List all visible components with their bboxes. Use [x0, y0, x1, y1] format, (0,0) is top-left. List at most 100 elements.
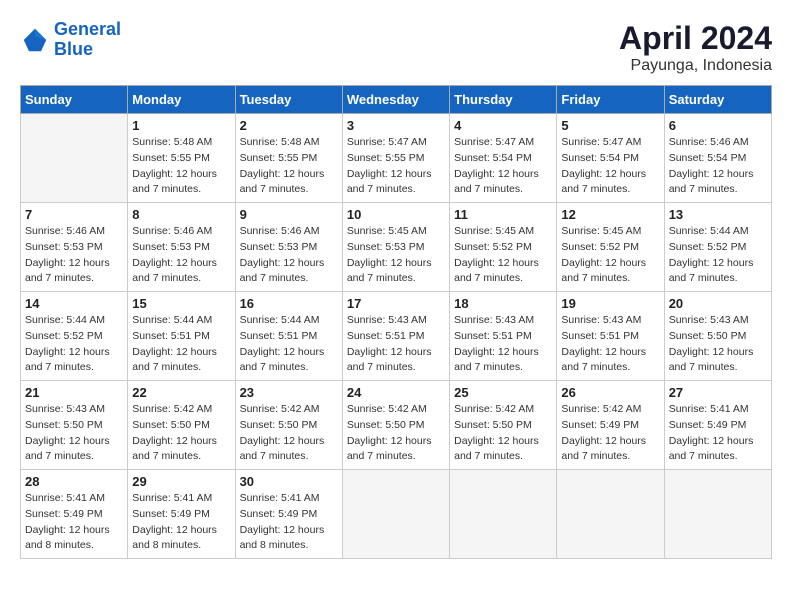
- logo-general: General: [54, 19, 121, 39]
- date-number: 27: [669, 385, 767, 400]
- calendar-cell: [342, 470, 449, 559]
- date-number: 2: [240, 118, 338, 133]
- logo-text: General Blue: [54, 20, 121, 60]
- calendar-cell: 11Sunrise: 5:45 AMSunset: 5:52 PMDayligh…: [450, 203, 557, 292]
- cell-info: Sunrise: 5:43 AMSunset: 5:51 PMDaylight:…: [454, 313, 552, 376]
- day-header-monday: Monday: [128, 86, 235, 114]
- calendar-cell: 27 Sunrise: 5:41 AMSunset: 5:49 PMDayligh…: [664, 381, 771, 470]
- date-number: 13: [669, 207, 767, 222]
- calendar-cell: 2 Sunrise: 5:48 AMSunset: 5:55 PMDaylight…: [235, 114, 342, 203]
- calendar-cell: 21 Sunrise: 5:43 AMSunset: 5:50 PMDayligh…: [21, 381, 128, 470]
- header-row: SundayMondayTuesdayWednesdayThursdayFrid…: [21, 86, 772, 114]
- calendar-cell: 28 Sunrise: 5:41 AMSunset: 5:49 PMDayligh…: [21, 470, 128, 559]
- cell-info: Sunrise: 5:43 AMSunset: 5:51 PMDaylight:…: [347, 313, 445, 376]
- calendar-cell: 18 Sunrise: 5:43 AMSunset: 5:51 PMDayligh…: [450, 292, 557, 381]
- date-number: 6: [669, 118, 767, 133]
- calendar-cell: 29 Sunrise: 5:41 AMSunset: 5:49 PMDayligh…: [128, 470, 235, 559]
- date-number: 20: [669, 296, 767, 311]
- date-number: 7: [25, 207, 123, 222]
- date-number: 28: [25, 474, 123, 489]
- cell-info: Sunrise: 5:45 AMSunset: 5:53 PMDaylight:…: [347, 224, 445, 287]
- date-number: 14: [25, 296, 123, 311]
- day-header-thursday: Thursday: [450, 86, 557, 114]
- cell-info: Sunrise: 5:41 AMSunset: 5:49 PMDaylight:…: [669, 402, 767, 465]
- calendar-cell: 13 Sunrise: 5:44 AMSunset: 5:52 PMDayligh…: [664, 203, 771, 292]
- cell-info: Sunrise: 5:42 AMSunset: 5:49 PMDaylight:…: [561, 402, 659, 465]
- logo-blue: Blue: [54, 40, 121, 60]
- week-row-1: 7 Sunrise: 5:46 AMSunset: 5:53 PMDaylight…: [21, 203, 772, 292]
- date-number: 18: [454, 296, 552, 311]
- calendar-title: April 2024: [619, 20, 772, 57]
- week-row-2: 14 Sunrise: 5:44 AMSunset: 5:52 PMDayligh…: [21, 292, 772, 381]
- cell-info: Sunrise: 5:43 AMSunset: 5:50 PMDaylight:…: [25, 402, 123, 465]
- cell-info: Sunrise: 5:45 AMSunset: 5:52 PMDaylight:…: [561, 224, 659, 287]
- day-header-sunday: Sunday: [21, 86, 128, 114]
- calendar-cell: 10 Sunrise: 5:45 AMSunset: 5:53 PMDayligh…: [342, 203, 449, 292]
- cell-info: Sunrise: 5:42 AMSunset: 5:50 PMDaylight:…: [347, 402, 445, 465]
- cell-info: Sunrise: 5:42 AMSunset: 5:50 PMDaylight:…: [132, 402, 230, 465]
- cell-info: Sunrise: 5:47 AMSunset: 5:54 PMDaylight:…: [561, 135, 659, 198]
- calendar-cell: 20 Sunrise: 5:43 AMSunset: 5:50 PMDayligh…: [664, 292, 771, 381]
- cell-info: Sunrise: 5:44 AMSunset: 5:52 PMDaylight:…: [669, 224, 767, 287]
- cell-info: Sunrise: 5:48 AMSunset: 5:55 PMDaylight:…: [240, 135, 338, 198]
- calendar-cell: [450, 470, 557, 559]
- cell-info: Sunrise: 5:43 AMSunset: 5:51 PMDaylight:…: [561, 313, 659, 376]
- day-header-tuesday: Tuesday: [235, 86, 342, 114]
- calendar-cell: 12 Sunrise: 5:45 AMSunset: 5:52 PMDayligh…: [557, 203, 664, 292]
- week-row-0: 1 Sunrise: 5:48 AMSunset: 5:55 PMDaylight…: [21, 114, 772, 203]
- logo-icon: [20, 25, 50, 55]
- cell-info: Sunrise: 5:41 AMSunset: 5:49 PMDaylight:…: [132, 491, 230, 554]
- calendar-cell: 5Sunrise: 5:47 AMSunset: 5:54 PMDaylight…: [557, 114, 664, 203]
- date-number: 16: [240, 296, 338, 311]
- calendar-cell: 26 Sunrise: 5:42 AMSunset: 5:49 PMDayligh…: [557, 381, 664, 470]
- cell-info: Sunrise: 5:46 AMSunset: 5:54 PMDaylight:…: [669, 135, 767, 198]
- calendar-table: SundayMondayTuesdayWednesdayThursdayFrid…: [20, 85, 772, 559]
- cell-info: Sunrise: 5:47 AMSunset: 5:54 PMDaylight:…: [454, 135, 552, 198]
- week-row-4: 28 Sunrise: 5:41 AMSunset: 5:49 PMDayligh…: [21, 470, 772, 559]
- calendar-cell: 4 Sunrise: 5:47 AMSunset: 5:54 PMDaylight…: [450, 114, 557, 203]
- date-number: 11: [454, 207, 552, 222]
- cell-info: Sunrise: 5:46 AMSunset: 5:53 PMDaylight:…: [240, 224, 338, 287]
- cell-info: Sunrise: 5:48 AMSunset: 5:55 PMDaylight:…: [132, 135, 230, 198]
- date-number: 29: [132, 474, 230, 489]
- date-number: 21: [25, 385, 123, 400]
- cell-info: Sunrise: 5:41 AMSunset: 5:49 PMDaylight:…: [240, 491, 338, 554]
- calendar-cell: 9Sunrise: 5:46 AMSunset: 5:53 PMDaylight…: [235, 203, 342, 292]
- date-number: 26: [561, 385, 659, 400]
- calendar-cell: 3Sunrise: 5:47 AMSunset: 5:55 PMDaylight…: [342, 114, 449, 203]
- date-number: 17: [347, 296, 445, 311]
- cell-info: Sunrise: 5:42 AMSunset: 5:50 PMDaylight:…: [240, 402, 338, 465]
- calendar-cell: 22 Sunrise: 5:42 AMSunset: 5:50 PMDayligh…: [128, 381, 235, 470]
- date-number: 4: [454, 118, 552, 133]
- calendar-cell: 16Sunrise: 5:44 AMSunset: 5:51 PMDayligh…: [235, 292, 342, 381]
- cell-info: Sunrise: 5:46 AMSunset: 5:53 PMDaylight:…: [132, 224, 230, 287]
- cell-info: Sunrise: 5:44 AMSunset: 5:52 PMDaylight:…: [25, 313, 123, 376]
- calendar-cell: [664, 470, 771, 559]
- date-number: 12: [561, 207, 659, 222]
- date-number: 22: [132, 385, 230, 400]
- calendar-cell: [21, 114, 128, 203]
- calendar-cell: 7 Sunrise: 5:46 AMSunset: 5:53 PMDaylight…: [21, 203, 128, 292]
- date-number: 10: [347, 207, 445, 222]
- date-number: 15: [132, 296, 230, 311]
- day-header-friday: Friday: [557, 86, 664, 114]
- calendar-cell: [557, 470, 664, 559]
- date-number: 1: [132, 118, 230, 133]
- calendar-cell: 8Sunrise: 5:46 AMSunset: 5:53 PMDaylight…: [128, 203, 235, 292]
- cell-info: Sunrise: 5:43 AMSunset: 5:50 PMDaylight:…: [669, 313, 767, 376]
- day-header-saturday: Saturday: [664, 86, 771, 114]
- date-number: 30: [240, 474, 338, 489]
- calendar-cell: 19Sunrise: 5:43 AMSunset: 5:51 PMDayligh…: [557, 292, 664, 381]
- calendar-cell: 15Sunrise: 5:44 AMSunset: 5:51 PMDayligh…: [128, 292, 235, 381]
- date-number: 24: [347, 385, 445, 400]
- cell-info: Sunrise: 5:41 AMSunset: 5:49 PMDaylight:…: [25, 491, 123, 554]
- cell-info: Sunrise: 5:42 AMSunset: 5:50 PMDaylight:…: [454, 402, 552, 465]
- day-header-wednesday: Wednesday: [342, 86, 449, 114]
- date-number: 25: [454, 385, 552, 400]
- calendar-cell: 25 Sunrise: 5:42 AMSunset: 5:50 PMDayligh…: [450, 381, 557, 470]
- cell-info: Sunrise: 5:46 AMSunset: 5:53 PMDaylight:…: [25, 224, 123, 287]
- calendar-cell: 1 Sunrise: 5:48 AMSunset: 5:55 PMDaylight…: [128, 114, 235, 203]
- date-number: 23: [240, 385, 338, 400]
- date-number: 3: [347, 118, 445, 133]
- logo: General Blue: [20, 20, 121, 60]
